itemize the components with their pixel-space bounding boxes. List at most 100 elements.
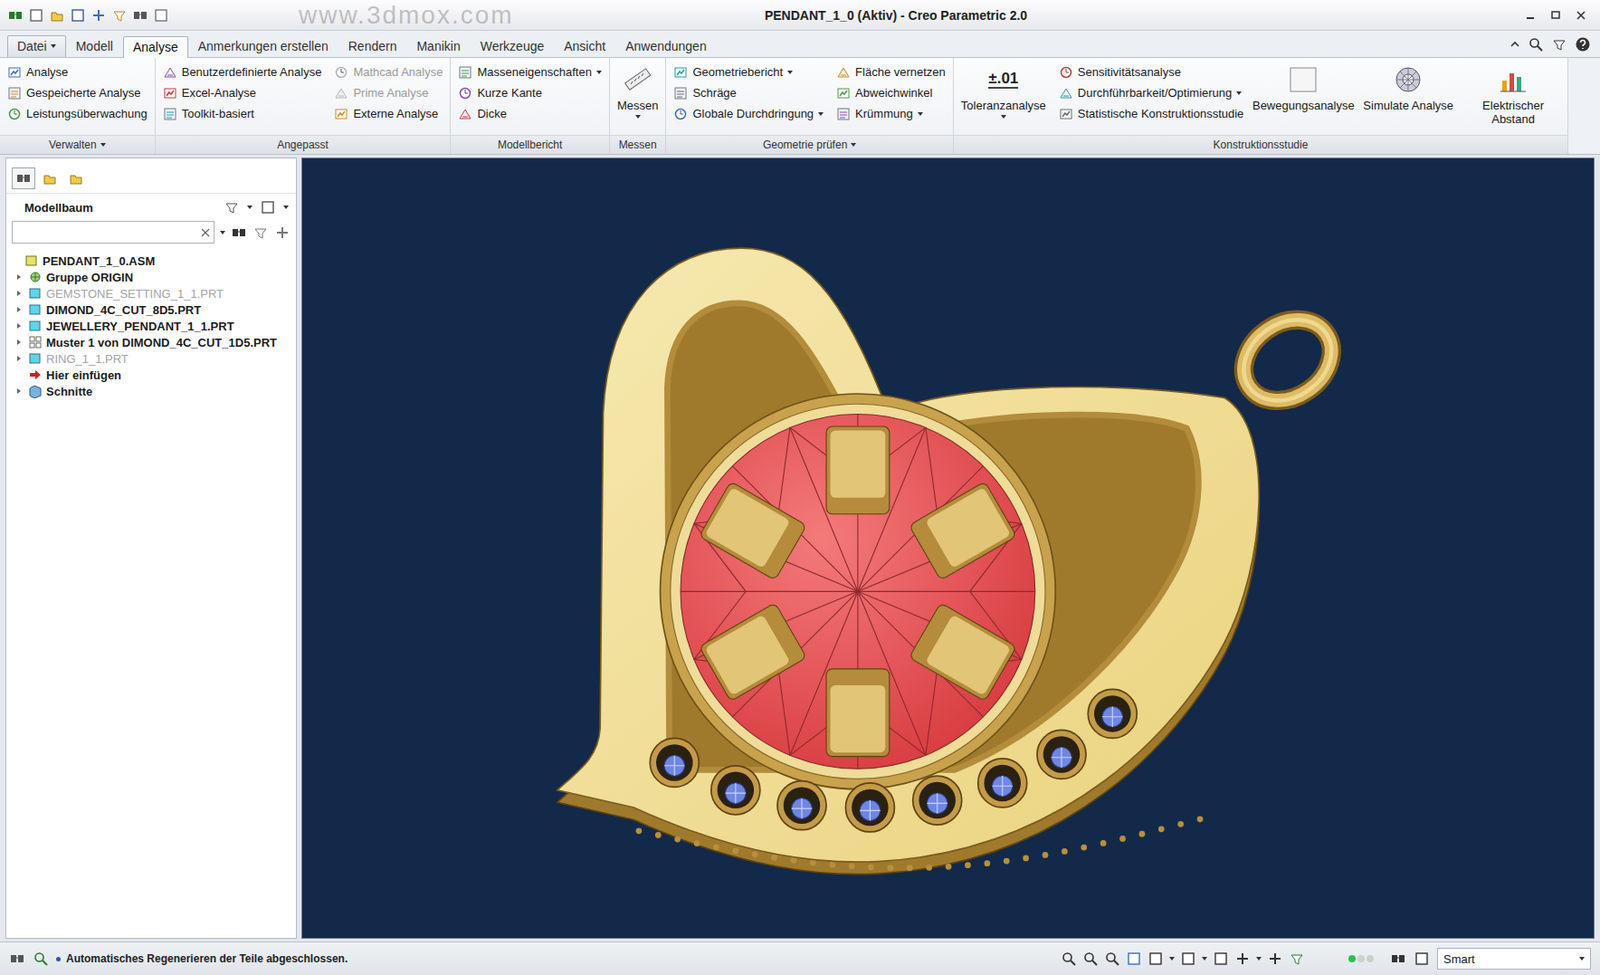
- ribbon-button[interactable]: Fläche vernetzen: [836, 61, 946, 83]
- tree-item[interactable]: GEMSTONE_SETTING_1_1.PRT: [9, 285, 293, 302]
- ribbon-button[interactable]: Dicke: [457, 103, 601, 124]
- ribbon-tab[interactable]: Anwendungen: [615, 35, 717, 58]
- dropdown-arrow-icon[interactable]: [283, 205, 289, 210]
- find-icon[interactable]: [230, 224, 248, 241]
- ribbon-tab[interactable]: Werkzeuge: [470, 35, 555, 58]
- open-folder-icon[interactable]: [48, 7, 66, 24]
- ribbon-group-label[interactable]: Verwalten: [0, 134, 155, 154]
- regenerate-icon[interactable]: [111, 7, 128, 24]
- ribbon-large-button[interactable]: Bewegungsanalyse: [1256, 61, 1351, 113]
- close-window-icon[interactable]: [152, 7, 170, 24]
- ribbon-tab[interactable]: Modell: [66, 35, 124, 58]
- search-icon[interactable]: [1527, 36, 1544, 53]
- dropdown-arrow-icon[interactable]: [1169, 956, 1175, 961]
- new-file-icon[interactable]: [28, 7, 45, 24]
- expand-arrow-icon[interactable]: [15, 305, 23, 314]
- search-input[interactable]: [16, 224, 201, 240]
- ribbon-large-button[interactable]: Messen: [617, 61, 659, 119]
- panel-tab[interactable]: [64, 167, 88, 190]
- ribbon-group-label[interactable]: Geometrie prüfen: [666, 134, 953, 154]
- pendant-model[interactable]: [302, 158, 1594, 938]
- ribbon-button[interactable]: Kurze Kante: [457, 82, 601, 104]
- tree-item[interactable]: DIMOND_4C_CUT_8D5.PRT: [9, 301, 293, 318]
- windows-icon[interactable]: [132, 7, 149, 24]
- panel-tab[interactable]: [11, 167, 36, 190]
- settings-icon[interactable]: [223, 199, 240, 216]
- refit-icon[interactable]: [1060, 950, 1077, 967]
- expand-arrow-icon[interactable]: [15, 322, 23, 330]
- ribbon-button[interactable]: Schräge: [673, 82, 824, 104]
- ribbon-button[interactable]: Benutzerdefinierte Analyse: [162, 61, 323, 83]
- collapse-ribbon-icon[interactable]: [1509, 38, 1521, 50]
- ribbon-button[interactable]: Leistungsüberwachung: [7, 103, 148, 124]
- ribbon-button[interactable]: Abweichwinkel: [836, 82, 946, 104]
- creo-logo-icon[interactable]: [7, 7, 24, 24]
- tree-item[interactable]: Muster 1 von DIMOND_4C_CUT_1D5.PRT: [9, 333, 293, 351]
- ribbon-tab[interactable]: Rendern: [338, 35, 408, 58]
- dropdown-arrow-icon[interactable]: [1201, 956, 1208, 961]
- filter-icon[interactable]: [252, 224, 269, 241]
- spin-center-icon[interactable]: [1266, 950, 1284, 967]
- ribbon-button[interactable]: Krümmung: [836, 103, 946, 124]
- expand-arrow-icon[interactable]: [15, 273, 23, 281]
- ribbon-large-button[interactable]: ±.01Toleranzanalyse: [961, 61, 1047, 119]
- expand-arrow-icon[interactable]: [15, 387, 23, 395]
- expand-arrow-icon[interactable]: [15, 289, 23, 297]
- help-icon[interactable]: [1574, 36, 1591, 53]
- community-icon[interactable]: [1551, 36, 1568, 53]
- ribbon-tab[interactable]: Ansicht: [553, 35, 616, 58]
- zoom-in-icon[interactable]: [1082, 950, 1099, 967]
- zoom-out-icon[interactable]: [1104, 950, 1121, 967]
- tree-item[interactable]: PENDANT_1_0.ASM: [9, 252, 293, 269]
- ribbon-button[interactable]: Geometriebericht: [673, 61, 824, 83]
- maximize-button[interactable]: [1545, 6, 1566, 25]
- close-button[interactable]: [1571, 6, 1591, 25]
- tree-item[interactable]: Gruppe ORIGIN: [9, 268, 293, 286]
- save-icon[interactable]: [69, 7, 86, 24]
- show-icon[interactable]: [259, 199, 277, 216]
- ribbon-button[interactable]: Durchführbarkeit/Optimierung: [1058, 82, 1245, 104]
- view-manager-icon[interactable]: [1212, 950, 1229, 967]
- tree-item[interactable]: RING_1_1.PRT: [9, 350, 293, 367]
- dropdown-arrow-icon[interactable]: [1256, 956, 1262, 961]
- add-icon[interactable]: [274, 224, 291, 241]
- expand-arrow-icon[interactable]: [15, 338, 23, 346]
- clear-icon[interactable]: [200, 228, 210, 238]
- browser-icon[interactable]: [32, 950, 49, 967]
- tree-item[interactable]: Schnitte: [9, 382, 293, 400]
- undo-icon[interactable]: [90, 7, 107, 24]
- display-style-icon[interactable]: [1147, 950, 1164, 967]
- graphics-viewport[interactable]: [301, 157, 1595, 939]
- repaint-icon[interactable]: [1125, 950, 1143, 967]
- selection-filter[interactable]: Smart: [1437, 947, 1591, 970]
- minimize-button[interactable]: [1520, 6, 1541, 25]
- expand-arrow-icon[interactable]: [15, 354, 23, 362]
- datum-display-icon[interactable]: [1234, 950, 1251, 967]
- ribbon-button[interactable]: Analyse: [7, 61, 148, 83]
- ribbon-button[interactable]: Globale Durchdringung: [673, 103, 824, 124]
- ribbon-button[interactable]: Excel-Analyse: [162, 82, 323, 104]
- tree-item[interactable]: Hier einfügen: [9, 366, 293, 383]
- ribbon-large-button[interactable]: Elektrischer Abstand: [1466, 61, 1561, 126]
- search-field[interactable]: [11, 220, 215, 244]
- panel-tab[interactable]: [38, 167, 62, 190]
- annotation-icon[interactable]: [1288, 950, 1305, 967]
- ribbon-button[interactable]: Toolkit-basiert: [162, 103, 323, 124]
- tree-item[interactable]: JEWELLERY_PENDANT_1_1.PRT: [9, 317, 293, 334]
- dropdown-arrow-icon[interactable]: [219, 230, 226, 235]
- ribbon-tab[interactable]: Anmerkungen erstellen: [188, 35, 339, 58]
- ribbon-button[interactable]: Statistische Konstruktionsstudie: [1058, 103, 1245, 124]
- saved-views-icon[interactable]: [1180, 950, 1197, 967]
- ribbon-button[interactable]: Gespeicherte Analyse: [7, 82, 148, 104]
- ribbon-tab[interactable]: Manikin: [406, 35, 470, 58]
- selection-icon[interactable]: [1413, 950, 1430, 967]
- ribbon-tab[interactable]: Datei: [7, 35, 67, 58]
- navigator-icon[interactable]: [9, 950, 26, 967]
- ribbon-button[interactable]: Sensitivitätsanalyse: [1058, 61, 1245, 83]
- find-icon[interactable]: [1390, 950, 1407, 967]
- ribbon-large-button[interactable]: Simulate Analyse: [1362, 61, 1454, 113]
- ribbon-tab[interactable]: Analyse: [123, 36, 189, 58]
- ribbon-button[interactable]: Masseneigenschaften: [457, 61, 601, 83]
- ribbon-button[interactable]: Externe Analyse: [333, 103, 443, 124]
- dropdown-arrow-icon[interactable]: [247, 205, 253, 210]
